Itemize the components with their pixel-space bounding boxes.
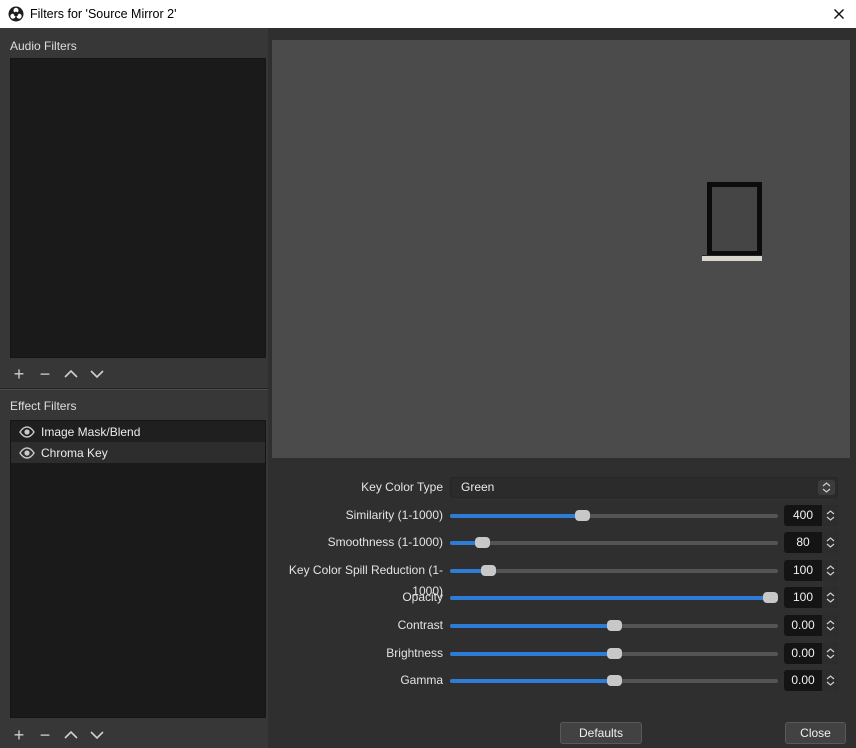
move-effect-filter-down-icon[interactable]	[86, 724, 108, 746]
selected-option-label: Green	[461, 478, 494, 497]
close-dialog-button[interactable]: Close	[785, 722, 846, 744]
setting-row-contrast: Contrast 0.00	[272, 615, 838, 636]
remove-effect-filter-button[interactable]: −	[34, 724, 56, 746]
value-spinner-icon[interactable]	[822, 532, 838, 553]
setting-label-opacity: Opacity	[272, 587, 443, 608]
window-title: Filters for 'Source Mirror 2'	[30, 0, 176, 28]
defaults-button[interactable]: Defaults	[560, 722, 642, 744]
key-color-spill-reduction-1-1000-slider[interactable]	[450, 560, 778, 581]
setting-label-key-color-spill-reduction-1-1000: Key Color Spill Reduction (1-1000)	[272, 560, 443, 581]
effect-filters-toolbar: + −	[8, 723, 112, 747]
obs-logo-icon	[8, 6, 24, 22]
slider-track	[450, 569, 778, 573]
setting-label-contrast: Contrast	[272, 615, 443, 636]
value-text: 400	[784, 505, 822, 526]
slider-fill	[450, 541, 476, 545]
slider-handle[interactable]	[607, 648, 622, 659]
value-text: 0.00	[784, 643, 822, 664]
setting-label-similarity-1-1000: Similarity (1-1000)	[272, 505, 443, 526]
setting-row-smoothness-1-1000: Smoothness (1-1000) 80	[272, 532, 838, 553]
effect-filters-list[interactable]: Image Mask/Blend Chroma Key	[10, 420, 266, 718]
add-audio-filter-button[interactable]: +	[8, 363, 30, 385]
value-text: 0.00	[784, 615, 822, 636]
setting-row-key-color-spill-reduction-1-1000: Key Color Spill Reduction (1-1000) 100	[272, 560, 838, 581]
setting-label-smoothness-1-1000: Smoothness (1-1000)	[272, 532, 443, 553]
audio-filters-heading: Audio Filters	[10, 39, 77, 53]
gamma-slider[interactable]	[450, 670, 778, 691]
slider-track	[450, 541, 778, 545]
similarity-1-1000-slider[interactable]	[450, 505, 778, 526]
sections-divider	[0, 388, 268, 390]
filter-item-image-mask-blend[interactable]: Image Mask/Blend	[11, 421, 265, 442]
visibility-eye-icon[interactable]	[19, 447, 35, 459]
opacity-value-field[interactable]: 100	[784, 587, 838, 608]
filters-sidebar: Audio Filters + − Effect Filters Image M…	[0, 28, 268, 748]
slider-handle[interactable]	[607, 675, 622, 686]
filter-item-chroma-key[interactable]: Chroma Key	[11, 442, 265, 463]
effect-filters-heading: Effect Filters	[10, 399, 76, 413]
audio-filters-toolbar: + −	[8, 362, 112, 386]
add-effect-filter-button[interactable]: +	[8, 724, 30, 746]
opacity-slider[interactable]	[450, 587, 778, 608]
value-text: 80	[784, 532, 822, 553]
audio-filters-list[interactable]	[10, 58, 266, 358]
slider-fill	[450, 652, 614, 656]
value-spinner-icon[interactable]	[822, 505, 838, 526]
chroma-key-settings: Key Color Type Green Similarity (1-1000) 40…	[272, 458, 856, 720]
dropdown-spinner-icon[interactable]	[818, 480, 835, 495]
slider-fill	[450, 679, 614, 683]
smoothness-1-1000-slider[interactable]	[450, 532, 778, 553]
value-spinner-icon[interactable]	[822, 643, 838, 664]
slider-fill	[450, 624, 614, 628]
filters-dialog-window: Filters for 'Source Mirror 2' Audio Filt…	[0, 0, 856, 748]
filter-settings-panel: Key Color Type Green Similarity (1-1000) 40…	[268, 28, 856, 748]
setting-row-gamma: Gamma 0.00	[272, 670, 838, 691]
remove-audio-filter-button[interactable]: −	[34, 363, 56, 385]
value-spinner-icon[interactable]	[822, 670, 838, 691]
brightness-value-field[interactable]: 0.00	[784, 643, 838, 664]
preview-source-image-base	[702, 255, 762, 261]
filter-item-label: Chroma Key	[41, 446, 108, 460]
value-text: 0.00	[784, 670, 822, 691]
similarity-1-1000-value-field[interactable]: 400	[784, 505, 838, 526]
slider-handle[interactable]	[575, 510, 590, 521]
slider-fill	[450, 514, 581, 518]
brightness-slider[interactable]	[450, 643, 778, 664]
value-text: 100	[784, 587, 822, 608]
move-audio-filter-up-icon[interactable]	[60, 363, 82, 385]
value-spinner-icon[interactable]	[822, 587, 838, 608]
move-audio-filter-down-icon[interactable]	[86, 363, 108, 385]
gamma-value-field[interactable]: 0.00	[784, 670, 838, 691]
setting-row-opacity: Opacity 100	[272, 587, 838, 608]
value-text: 100	[784, 560, 822, 581]
move-effect-filter-up-icon[interactable]	[60, 724, 82, 746]
value-spinner-icon[interactable]	[822, 560, 838, 581]
setting-row-similarity-1-1000: Similarity (1-1000) 400	[272, 505, 838, 526]
visibility-eye-icon[interactable]	[19, 426, 35, 438]
slider-handle[interactable]	[481, 565, 496, 576]
setting-row-brightness: Brightness 0.00	[272, 643, 838, 664]
contrast-slider[interactable]	[450, 615, 778, 636]
slider-fill	[450, 596, 778, 600]
slider-fill	[450, 569, 483, 573]
close-window-icon[interactable]	[828, 4, 850, 24]
setting-label-brightness: Brightness	[272, 643, 443, 664]
setting-row-key-color-type: Key Color Type Green	[272, 477, 838, 498]
value-spinner-icon[interactable]	[822, 615, 838, 636]
slider-handle[interactable]	[475, 537, 490, 548]
setting-label-key-color-type: Key Color Type	[272, 477, 443, 498]
source-preview	[272, 40, 850, 458]
key-color-type-select[interactable]: Green	[450, 477, 838, 498]
titlebar: Filters for 'Source Mirror 2'	[0, 0, 856, 28]
key-color-spill-reduction-1-1000-value-field[interactable]: 100	[784, 560, 838, 581]
contrast-value-field[interactable]: 0.00	[784, 615, 838, 636]
preview-source-image	[707, 182, 762, 256]
slider-handle[interactable]	[607, 620, 622, 631]
slider-handle[interactable]	[763, 592, 778, 603]
filter-item-label: Image Mask/Blend	[41, 425, 140, 439]
smoothness-1-1000-value-field[interactable]: 80	[784, 532, 838, 553]
setting-label-gamma: Gamma	[272, 670, 443, 691]
